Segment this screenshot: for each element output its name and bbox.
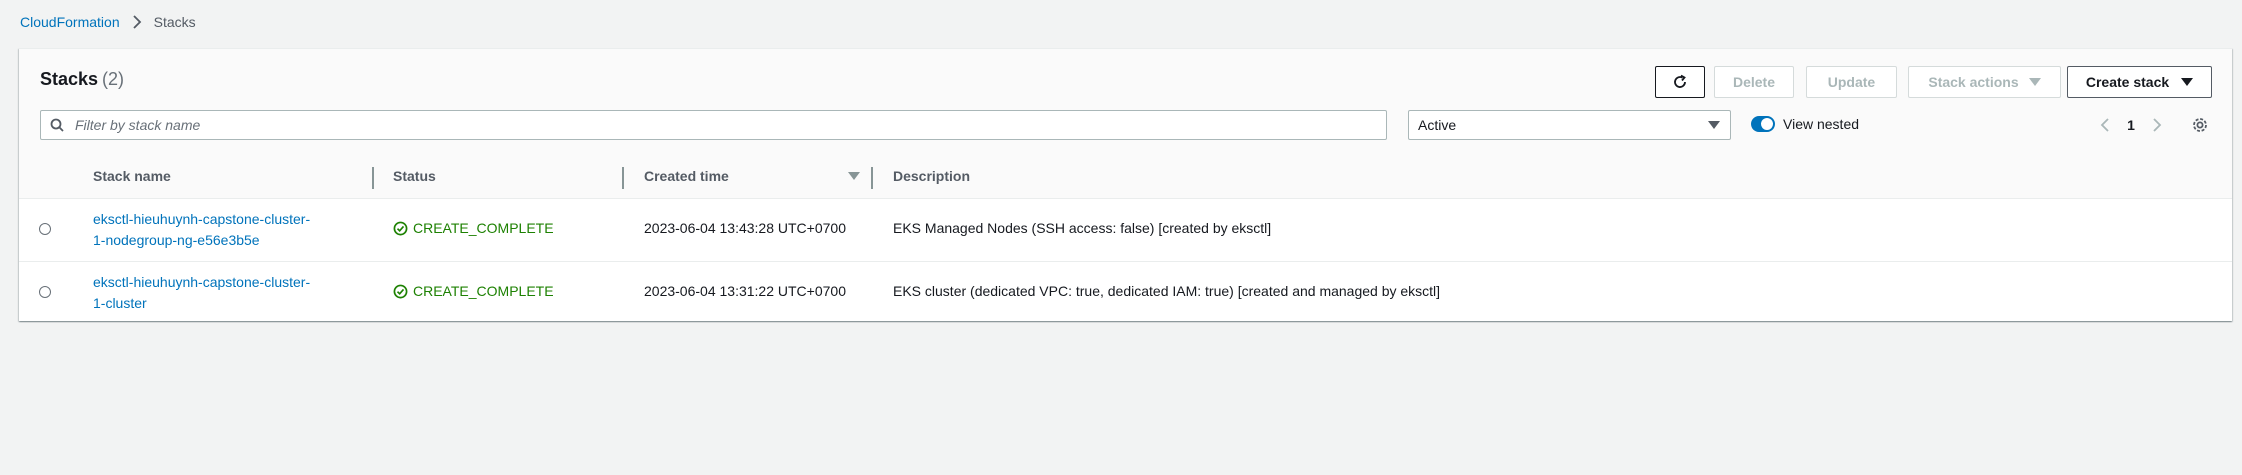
stack-count: (2) [102, 69, 125, 89]
search-input[interactable] [73, 116, 1277, 134]
breadcrumb: CloudFormation Stacks [20, 12, 196, 32]
breadcrumb-current: Stacks [153, 14, 196, 30]
column-status[interactable]: Status [393, 168, 436, 184]
caret-down-icon [2028, 78, 2041, 86]
search-field[interactable] [40, 110, 1387, 140]
stacks-table: Stack name Status Created time Descripti… [19, 157, 2232, 324]
breadcrumb-cloudformation-link[interactable]: CloudFormation [20, 14, 120, 30]
view-nested-toggle[interactable] [1751, 116, 1775, 132]
table-header: Stack name Status Created time Descripti… [19, 157, 2232, 199]
stack-actions-label: Stack actions [1928, 74, 2019, 90]
column-resizer[interactable] [871, 167, 873, 189]
stack-name-link[interactable]: eksctl-hieuhuynh-capstone-cluster- 1-nod… [93, 209, 343, 251]
pagination: 1 [2093, 113, 2169, 137]
page-title: Stacks (2) [40, 69, 124, 90]
check-circle-icon [393, 284, 408, 299]
table-row[interactable]: eksctl-hieuhuynh-capstone-cluster- 1-clu… [19, 262, 2232, 324]
status-text: CREATE_COMPLETE [413, 220, 554, 236]
caret-down-icon [1708, 121, 1720, 129]
stack-description: EKS Managed Nodes (SSH access: false) [c… [893, 220, 1272, 236]
stack-name-line: 1-cluster [93, 295, 147, 311]
page-number[interactable]: 1 [2117, 117, 2145, 133]
row-select-radio[interactable] [39, 223, 51, 235]
status-badge: CREATE_COMPLETE [393, 283, 554, 299]
created-time: 2023-06-04 13:31:22 UTC+0700 [644, 283, 846, 299]
create-stack-label: Create stack [2085, 74, 2170, 90]
stack-name-line: 1-nodegroup-ng-e56e3b5e [93, 232, 260, 248]
column-resizer[interactable] [372, 167, 374, 189]
stack-description: EKS cluster (dedicated VPC: true, dedica… [893, 283, 1441, 299]
stacks-panel: Stacks (2) Delete Update Stack actions Cr… [19, 48, 2232, 321]
update-button[interactable]: Update [1806, 66, 1897, 98]
search-icon [50, 118, 64, 132]
sort-descending-icon[interactable] [848, 172, 860, 180]
page-title-text: Stacks [40, 69, 99, 89]
table-row[interactable]: eksctl-hieuhuynh-capstone-cluster- 1-nod… [19, 199, 2232, 262]
chevron-right-icon[interactable] [2145, 113, 2169, 137]
gear-icon[interactable] [2189, 114, 2211, 136]
status-text: CREATE_COMPLETE [413, 283, 554, 299]
stack-name-link[interactable]: eksctl-hieuhuynh-capstone-cluster- 1-clu… [93, 272, 343, 314]
row-select-radio[interactable] [39, 286, 51, 298]
status-badge: CREATE_COMPLETE [393, 220, 554, 236]
column-description[interactable]: Description [893, 168, 970, 184]
view-nested-label: View nested [1783, 116, 1860, 132]
status-filter-select[interactable]: Active [1408, 110, 1731, 140]
column-resizer[interactable] [622, 167, 624, 189]
chevron-left-icon[interactable] [2093, 113, 2117, 137]
stack-name-line: eksctl-hieuhuynh-capstone-cluster- [93, 211, 311, 227]
create-stack-button[interactable]: Create stack [2067, 66, 2212, 98]
panel-header: Stacks (2) Delete Update Stack actions Cr… [19, 49, 2232, 158]
stack-name-line: eksctl-hieuhuynh-capstone-cluster- [93, 274, 311, 290]
check-circle-icon [393, 221, 408, 236]
refresh-button[interactable] [1655, 66, 1705, 98]
created-time: 2023-06-04 13:43:28 UTC+0700 [644, 220, 846, 236]
delete-button[interactable]: Delete [1714, 66, 1794, 98]
caret-down-icon [2181, 78, 2194, 86]
chevron-right-icon [132, 15, 142, 29]
column-stack-name[interactable]: Stack name [93, 168, 171, 184]
view-nested-control[interactable]: View nested [1751, 116, 1859, 132]
refresh-icon [1672, 74, 1688, 90]
stack-actions-button[interactable]: Stack actions [1908, 66, 2061, 98]
status-filter-value: Active [1418, 117, 1457, 133]
column-created-time[interactable]: Created time [644, 168, 729, 184]
